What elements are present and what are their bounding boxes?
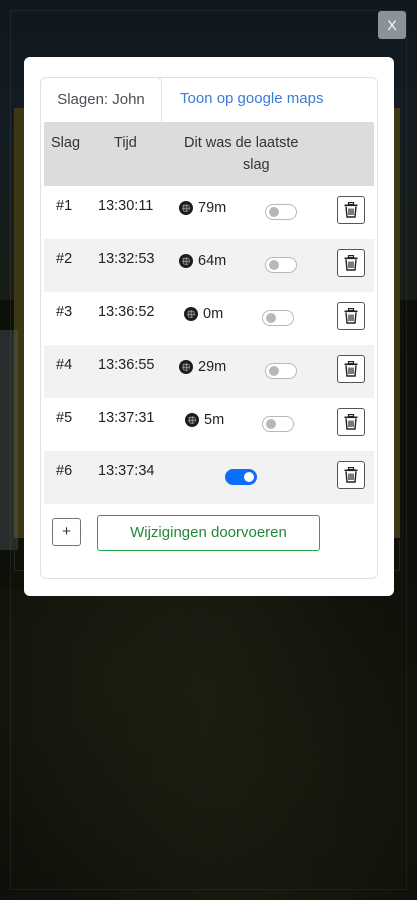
toggle-knob (269, 207, 279, 217)
shot-distance: 29m (179, 359, 226, 375)
shot-distance: 0m (184, 306, 223, 322)
shot-number: #3 (56, 304, 73, 320)
close-button[interactable]: X (378, 11, 406, 39)
header-slag: Slag (51, 135, 81, 151)
shot-time: 13:36:52 (98, 304, 155, 320)
trash-icon (344, 467, 358, 483)
header-last-shot-line1: Dit was de laatste (184, 135, 299, 151)
trash-icon (344, 308, 358, 324)
tab-shots[interactable]: Slagen: John (40, 77, 162, 122)
shot-time: 13:37:31 (98, 410, 155, 426)
last-shot-toggle[interactable] (225, 469, 257, 485)
toggle-knob (269, 260, 279, 270)
shot-number: #4 (56, 357, 73, 373)
golf-ball-icon (179, 360, 193, 374)
shot-time: 13:30:11 (98, 198, 154, 214)
shot-number: #5 (56, 410, 73, 426)
shot-time: 13:32:53 (98, 251, 155, 267)
delete-shot-button[interactable] (337, 249, 365, 277)
trash-icon (344, 361, 358, 377)
shot-time: 13:36:55 (98, 357, 155, 373)
golf-ball-icon (185, 413, 199, 427)
toggle-knob (266, 313, 276, 323)
shot-distance: 5m (185, 412, 224, 428)
trash-icon (344, 255, 358, 271)
trash-icon (344, 202, 358, 218)
last-shot-toggle[interactable] (262, 310, 294, 326)
shots-table: Slag Tijd Dit was de laatste slag #1 13:3… (44, 122, 374, 504)
header-last-shot-line2: slag (243, 157, 270, 173)
delete-shot-button[interactable] (337, 355, 365, 383)
apply-changes-button[interactable]: Wijzigingen doorvoeren (97, 515, 320, 551)
shot-number: #1 (56, 198, 73, 214)
last-shot-toggle[interactable] (265, 204, 297, 220)
delete-shot-button[interactable] (337, 461, 365, 489)
shot-distance-value: 5m (204, 412, 225, 428)
table-row: #6 13:37:34 (44, 451, 374, 504)
shot-distance: 79m (179, 200, 226, 216)
golf-ball-icon (179, 254, 193, 268)
table-row: #5 13:37:31 5m (44, 398, 374, 451)
header-tijd: Tijd (114, 135, 137, 151)
shot-distance-value: 64m (198, 253, 227, 269)
last-shot-toggle[interactable] (265, 257, 297, 273)
shot-time: 13:37:34 (98, 463, 155, 479)
tab-bar: Slagen: John Toon op google maps (40, 77, 378, 122)
shot-distance-value: 79m (198, 200, 227, 216)
toggle-knob (244, 472, 254, 482)
toggle-knob (266, 419, 276, 429)
last-shot-toggle[interactable] (262, 416, 294, 432)
table-row: #2 13:32:53 64m (44, 239, 374, 292)
last-shot-toggle[interactable] (265, 363, 297, 379)
trash-icon (344, 414, 358, 430)
shots-dialog: Slagen: John Toon op google maps Slag Ti… (24, 57, 394, 596)
shot-distance-value: 29m (198, 359, 227, 375)
shot-distance-value: 0m (203, 306, 224, 322)
delete-shot-button[interactable] (337, 196, 365, 224)
table-row: #4 13:36:55 29m (44, 345, 374, 398)
table-row: #3 13:36:52 0m (44, 292, 374, 345)
shot-number: #6 (56, 463, 73, 479)
shot-distance: 64m (179, 253, 226, 269)
table-body: #1 13:30:11 79m #2 13:32:53 64m #3 13:36:52 0m #4… (44, 186, 374, 504)
shot-number: #2 (56, 251, 73, 267)
table-header: Slag Tijd Dit was de laatste slag (44, 122, 374, 186)
add-shot-button[interactable]: + (52, 518, 81, 546)
golf-ball-icon (184, 307, 198, 321)
tab-google-maps[interactable]: Toon op google maps (180, 77, 323, 122)
delete-shot-button[interactable] (337, 302, 365, 330)
table-row: #1 13:30:11 79m (44, 186, 374, 239)
golf-ball-icon (179, 201, 193, 215)
delete-shot-button[interactable] (337, 408, 365, 436)
toggle-knob (269, 366, 279, 376)
